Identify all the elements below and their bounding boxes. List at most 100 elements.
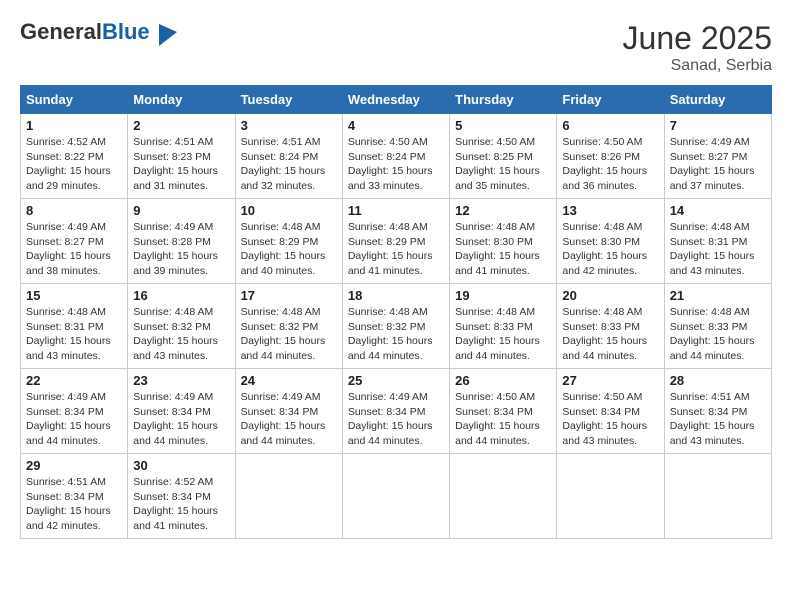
column-header-saturday: Saturday [664,86,771,114]
week-row-4: 22Sunrise: 4:49 AMSunset: 8:34 PMDayligh… [21,369,772,454]
calendar-cell: 9 Sunrise: 4:49 AMSunset: 8:28 PMDaylight… [128,199,235,284]
day-info: Sunrise: 4:50 AMSunset: 8:24 PMDaylight:… [348,135,444,194]
calendar-cell: 14 Sunrise: 4:48 AMSunset: 8:31 PMDayligh… [664,199,771,284]
calendar-cell: 3 Sunrise: 4:51 AMSunset: 8:24 PMDaylight… [235,114,342,199]
day-info: Sunrise: 4:51 AMSunset: 8:34 PMDaylight:… [26,475,122,534]
calendar-cell: 2 Sunrise: 4:51 AMSunset: 8:23 PMDaylight… [128,114,235,199]
day-info: Sunrise: 4:51 AMSunset: 8:24 PMDaylight:… [241,135,337,194]
calendar-cell: 12 Sunrise: 4:48 AMSunset: 8:30 PMDayligh… [450,199,557,284]
calendar-cell [557,454,664,539]
day-number: 14 [670,203,766,218]
calendar-cell: 16 Sunrise: 4:48 AMSunset: 8:32 PMDayligh… [128,284,235,369]
day-info: Sunrise: 4:49 AMSunset: 8:34 PMDaylight:… [241,390,337,449]
calendar-cell [235,454,342,539]
calendar-cell: 22Sunrise: 4:49 AMSunset: 8:34 PMDayligh… [21,369,128,454]
day-number: 1 [26,118,122,133]
day-number: 13 [562,203,658,218]
day-info: Sunrise: 4:52 AMSunset: 8:22 PMDaylight:… [26,135,122,194]
day-info: Sunrise: 4:49 AMSunset: 8:28 PMDaylight:… [133,220,229,279]
day-info: Sunrise: 4:49 AMSunset: 8:27 PMDaylight:… [26,220,122,279]
calendar-cell: 10Sunrise: 4:48 AMSunset: 8:29 PMDayligh… [235,199,342,284]
day-info: Sunrise: 4:48 AMSunset: 8:33 PMDaylight:… [455,305,551,364]
column-header-thursday: Thursday [450,86,557,114]
day-number: 18 [348,288,444,303]
day-info: Sunrise: 4:49 AMSunset: 8:34 PMDaylight:… [348,390,444,449]
calendar-cell: 8 Sunrise: 4:49 AMSunset: 8:27 PMDaylight… [21,199,128,284]
day-number: 29 [26,458,122,473]
calendar-cell: 30 Sunrise: 4:52 AMSunset: 8:34 PMDayligh… [128,454,235,539]
logo-general: General [20,19,102,44]
title-block: June 2025 Sanad, Serbia [623,20,772,75]
calendar-cell: 20 Sunrise: 4:48 AMSunset: 8:33 PMDayligh… [557,284,664,369]
day-number: 8 [26,203,122,218]
calendar-cell: 7 Sunrise: 4:49 AMSunset: 8:27 PMDaylight… [664,114,771,199]
day-info: Sunrise: 4:50 AMSunset: 8:26 PMDaylight:… [562,135,658,194]
day-number: 2 [133,118,229,133]
week-row-5: 29 Sunrise: 4:51 AMSunset: 8:34 PMDayligh… [21,454,772,539]
calendar-cell: 21Sunrise: 4:48 AMSunset: 8:33 PMDayligh… [664,284,771,369]
calendar-cell: 23Sunrise: 4:49 AMSunset: 8:34 PMDayligh… [128,369,235,454]
week-row-2: 8 Sunrise: 4:49 AMSunset: 8:27 PMDaylight… [21,199,772,284]
calendar-cell: 15 Sunrise: 4:48 AMSunset: 8:31 PMDayligh… [21,284,128,369]
day-number: 20 [562,288,658,303]
day-number: 12 [455,203,551,218]
calendar-cell: 24 Sunrise: 4:49 AMSunset: 8:34 PMDayligh… [235,369,342,454]
day-number: 3 [241,118,337,133]
day-info: Sunrise: 4:48 AMSunset: 8:31 PMDaylight:… [26,305,122,364]
page-header: GeneralBlue June 2025 Sanad, Serbia [20,20,772,75]
logo-icon [159,24,177,46]
day-number: 16 [133,288,229,303]
day-info: Sunrise: 4:51 AMSunset: 8:23 PMDaylight:… [133,135,229,194]
day-info: Sunrise: 4:48 AMSunset: 8:30 PMDaylight:… [455,220,551,279]
calendar-cell: 28Sunrise: 4:51 AMSunset: 8:34 PMDayligh… [664,369,771,454]
calendar-cell [450,454,557,539]
calendar-cell: 26 Sunrise: 4:50 AMSunset: 8:34 PMDayligh… [450,369,557,454]
calendar-cell [342,454,449,539]
day-number: 26 [455,373,551,388]
calendar-table: SundayMondayTuesdayWednesdayThursdayFrid… [20,85,772,539]
calendar-cell [664,454,771,539]
week-row-3: 15 Sunrise: 4:48 AMSunset: 8:31 PMDayligh… [21,284,772,369]
column-header-monday: Monday [128,86,235,114]
day-number: 25 [348,373,444,388]
day-info: Sunrise: 4:48 AMSunset: 8:29 PMDaylight:… [241,220,337,279]
calendar-cell: 1 Sunrise: 4:52 AMSunset: 8:22 PMDaylight… [21,114,128,199]
day-number: 15 [26,288,122,303]
day-number: 5 [455,118,551,133]
day-info: Sunrise: 4:48 AMSunset: 8:31 PMDaylight:… [670,220,766,279]
column-header-friday: Friday [557,86,664,114]
day-number: 24 [241,373,337,388]
day-info: Sunrise: 4:50 AMSunset: 8:34 PMDaylight:… [562,390,658,449]
column-header-wednesday: Wednesday [342,86,449,114]
calendar-cell: 25 Sunrise: 4:49 AMSunset: 8:34 PMDayligh… [342,369,449,454]
calendar-cell: 19 Sunrise: 4:48 AMSunset: 8:33 PMDayligh… [450,284,557,369]
calendar-cell: 27Sunrise: 4:50 AMSunset: 8:34 PMDayligh… [557,369,664,454]
day-number: 21 [670,288,766,303]
calendar-cell: 29 Sunrise: 4:51 AMSunset: 8:34 PMDayligh… [21,454,128,539]
day-info: Sunrise: 4:48 AMSunset: 8:32 PMDaylight:… [133,305,229,364]
day-number: 11 [348,203,444,218]
calendar-cell: 4 Sunrise: 4:50 AMSunset: 8:24 PMDaylight… [342,114,449,199]
calendar-cell: 17 Sunrise: 4:48 AMSunset: 8:32 PMDayligh… [235,284,342,369]
day-number: 17 [241,288,337,303]
calendar-cell: 13Sunrise: 4:48 AMSunset: 8:30 PMDayligh… [557,199,664,284]
column-header-tuesday: Tuesday [235,86,342,114]
day-number: 7 [670,118,766,133]
week-row-1: 1 Sunrise: 4:52 AMSunset: 8:22 PMDaylight… [21,114,772,199]
day-number: 4 [348,118,444,133]
calendar-cell: 18Sunrise: 4:48 AMSunset: 8:32 PMDayligh… [342,284,449,369]
calendar-cell: 5 Sunrise: 4:50 AMSunset: 8:25 PMDaylight… [450,114,557,199]
day-info: Sunrise: 4:49 AMSunset: 8:27 PMDaylight:… [670,135,766,194]
day-number: 19 [455,288,551,303]
logo-blue: Blue [102,19,150,44]
day-number: 9 [133,203,229,218]
day-number: 6 [562,118,658,133]
day-number: 30 [133,458,229,473]
calendar-cell: 6 Sunrise: 4:50 AMSunset: 8:26 PMDaylight… [557,114,664,199]
day-info: Sunrise: 4:48 AMSunset: 8:32 PMDaylight:… [241,305,337,364]
day-info: Sunrise: 4:50 AMSunset: 8:34 PMDaylight:… [455,390,551,449]
day-info: Sunrise: 4:48 AMSunset: 8:29 PMDaylight:… [348,220,444,279]
day-info: Sunrise: 4:52 AMSunset: 8:34 PMDaylight:… [133,475,229,534]
day-info: Sunrise: 4:48 AMSunset: 8:33 PMDaylight:… [562,305,658,364]
day-info: Sunrise: 4:50 AMSunset: 8:25 PMDaylight:… [455,135,551,194]
